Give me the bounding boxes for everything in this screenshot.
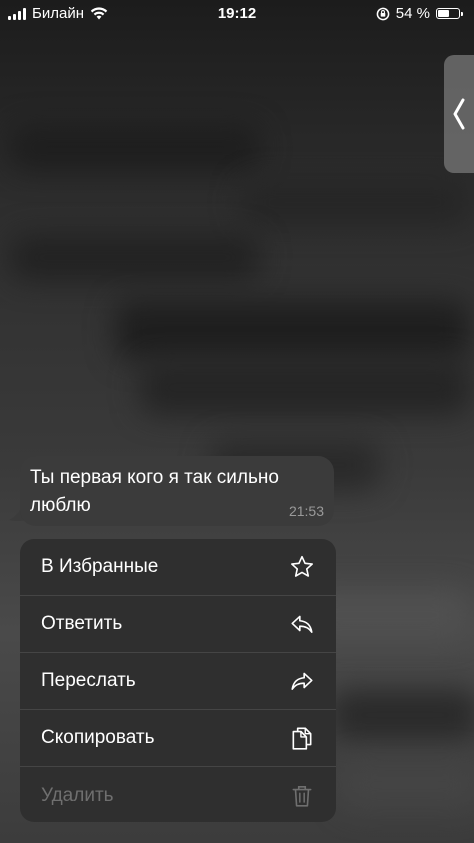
menu-item-label: Ответить [41,613,123,634]
menu-item-forward[interactable]: Переслать [20,653,336,710]
message-text: Ты первая кого я так сильно люблю [30,467,279,516]
menu-item-favorites[interactable]: В Избранные [20,539,336,596]
context-menu: В Избранные Ответить Переслать Скопирова… [20,539,336,822]
back-handle[interactable] [444,55,474,173]
menu-item-delete[interactable]: Удалить [20,767,336,822]
battery-percent: 54 % [395,5,430,22]
copy-icon [288,724,316,752]
message-bubble[interactable]: Ты первая кого я так сильно люблю 21:53 [20,456,334,526]
star-icon [288,553,316,581]
menu-item-label: Удалить [41,784,114,806]
battery-icon [436,8,463,19]
status-right: 54 % [376,5,463,22]
menu-item-label: Скопировать [41,727,155,748]
reply-icon [288,610,316,638]
message-time: 21:53 [288,503,324,519]
menu-item-copy[interactable]: Скопировать [20,710,336,767]
battery-level [438,10,449,17]
trash-icon [288,782,316,810]
menu-item-label: В Избранные [41,556,159,577]
screen: Билайн 19:12 54 % Ты первая кого я так с… [0,0,474,843]
forward-icon [288,667,316,695]
orientation-lock-icon [376,7,390,20]
menu-item-label: Переслать [41,670,136,691]
chevron-left-icon [453,98,465,130]
menu-item-reply[interactable]: Ответить [20,596,336,653]
status-bar: Билайн 19:12 54 % [0,0,474,28]
